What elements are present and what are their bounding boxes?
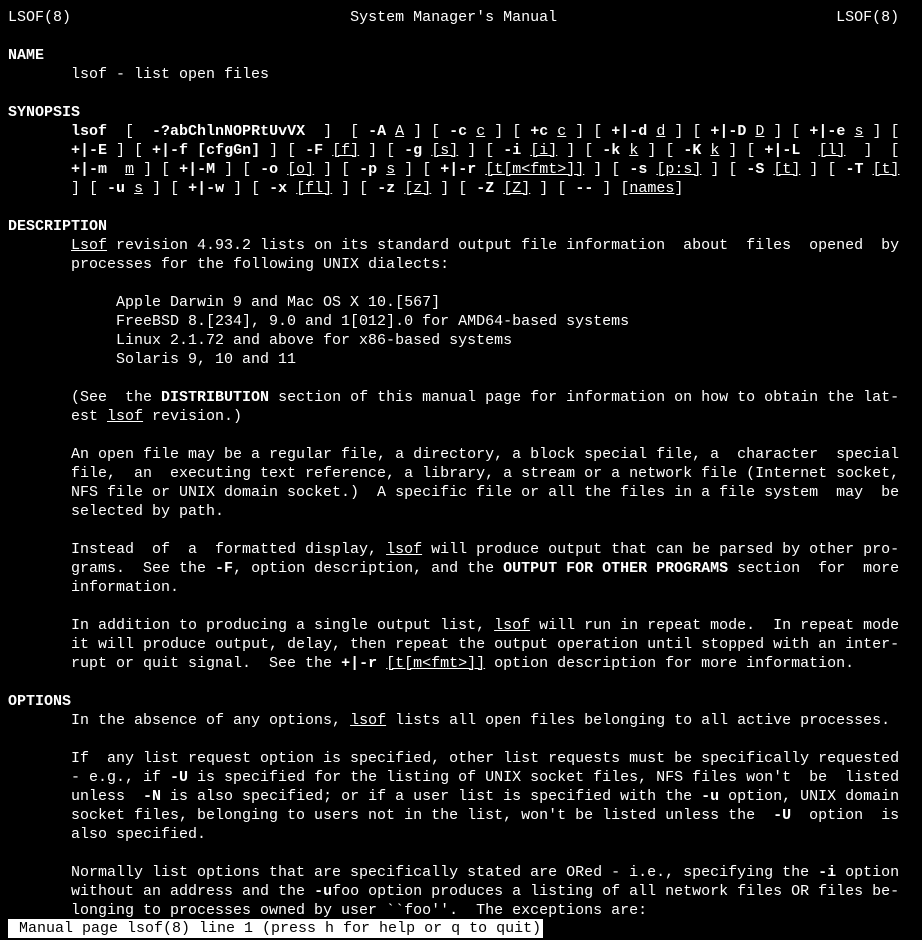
section-synopsis-heading: SYNOPSIS: [8, 104, 80, 121]
man-header: LSOF(8) System Manager's Manual LSOF(8): [8, 9, 899, 26]
section-description-heading: DESCRIPTION: [8, 218, 107, 235]
synopsis-cmd: lsof: [71, 123, 107, 140]
lsof-ref: Lsof: [71, 237, 107, 254]
name-line: lsof - list open files: [8, 66, 269, 83]
man-page-viewport[interactable]: LSOF(8) System Manager's Manual LSOF(8) …: [0, 0, 922, 920]
pager-status-bar[interactable]: Manual page lsof(8) line 1 (press h for …: [8, 919, 543, 938]
section-options-heading: OPTIONS: [8, 693, 71, 710]
section-name-heading: NAME: [8, 47, 44, 64]
